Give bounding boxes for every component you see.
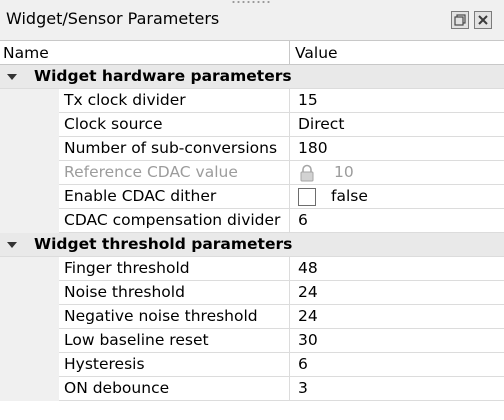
- property-value: 10: [334, 163, 354, 181]
- property-value[interactable]: 30: [298, 331, 318, 349]
- property-grid: Name Value Widget hardware parameters Tx…: [0, 40, 504, 420]
- property-label: Noise threshold: [64, 283, 185, 301]
- property-label: Reference CDAC value: [64, 163, 238, 181]
- property-value: false: [331, 187, 368, 205]
- property-label: Clock source: [64, 115, 163, 133]
- property-row-enable-cdac-dither[interactable]: Enable CDAC dither false: [0, 185, 504, 209]
- property-value[interactable]: 24: [298, 307, 318, 325]
- property-row-sub-conversions[interactable]: Number of sub-conversions 180: [0, 137, 504, 161]
- property-row-clock-source[interactable]: Clock source Direct: [0, 113, 504, 137]
- column-header-name[interactable]: Name: [3, 44, 49, 62]
- property-label: Low baseline reset: [64, 331, 209, 349]
- property-label: CDAC compensation divider: [64, 211, 281, 229]
- property-value[interactable]: 48: [298, 259, 318, 277]
- expand-arrow-icon[interactable]: [6, 73, 18, 81]
- property-row-finger-threshold[interactable]: Finger threshold 48: [0, 257, 504, 281]
- column-header-value[interactable]: Value: [295, 44, 338, 62]
- group-row-threshold[interactable]: Widget threshold parameters: [0, 233, 504, 257]
- close-panel-button[interactable]: [474, 11, 492, 29]
- property-row-negative-noise-threshold[interactable]: Negative noise threshold 24: [0, 305, 504, 329]
- property-label: Hysteresis: [64, 355, 145, 373]
- property-row-cdac-compensation-divider[interactable]: CDAC compensation divider 6: [0, 209, 504, 233]
- property-row-hysteresis[interactable]: Hysteresis 6: [0, 353, 504, 377]
- property-row-reference-cdac: Reference CDAC value 10: [0, 161, 504, 185]
- property-label: Negative noise threshold: [64, 307, 258, 325]
- expand-arrow-icon[interactable]: [6, 241, 18, 249]
- enable-cdac-dither-checkbox[interactable]: [298, 188, 316, 206]
- group-label: Widget hardware parameters: [34, 67, 292, 85]
- column-divider[interactable]: [289, 41, 290, 65]
- group-row-hardware[interactable]: Widget hardware parameters: [0, 65, 504, 89]
- property-row-on-debounce[interactable]: ON debounce 3: [0, 377, 504, 401]
- close-icon: [478, 15, 488, 25]
- property-value[interactable]: 24: [298, 283, 318, 301]
- restore-window-icon: [454, 14, 466, 26]
- property-label: ON debounce: [64, 379, 170, 397]
- property-value[interactable]: 3: [298, 379, 308, 397]
- property-value[interactable]: Direct: [298, 115, 344, 133]
- property-row-noise-threshold[interactable]: Noise threshold 24: [0, 281, 504, 305]
- property-rows: Widget hardware parameters Tx clock divi…: [0, 65, 504, 401]
- property-value[interactable]: 6: [298, 355, 308, 373]
- property-row-low-baseline-reset[interactable]: Low baseline reset 30: [0, 329, 504, 353]
- property-label: Number of sub-conversions: [64, 139, 278, 157]
- lock-icon: [300, 164, 314, 182]
- property-label: Finger threshold: [64, 259, 190, 277]
- panel-titlebar: Widget/Sensor Parameters: [0, 0, 504, 40]
- panel-title: Widget/Sensor Parameters: [6, 9, 220, 28]
- property-value[interactable]: 180: [298, 139, 328, 157]
- restore-window-button[interactable]: [451, 11, 469, 29]
- property-value[interactable]: 15: [298, 91, 318, 109]
- property-label: Tx clock divider: [64, 91, 186, 109]
- group-label: Widget threshold parameters: [34, 235, 293, 253]
- column-header: Name Value: [0, 41, 504, 65]
- property-row-tx-clock-divider[interactable]: Tx clock divider 15: [0, 89, 504, 113]
- property-value[interactable]: 6: [298, 211, 308, 229]
- widget-sensor-parameters-panel: Widget/Sensor Parameters Name Value Widg…: [0, 0, 504, 420]
- property-label: Enable CDAC dither: [64, 187, 217, 205]
